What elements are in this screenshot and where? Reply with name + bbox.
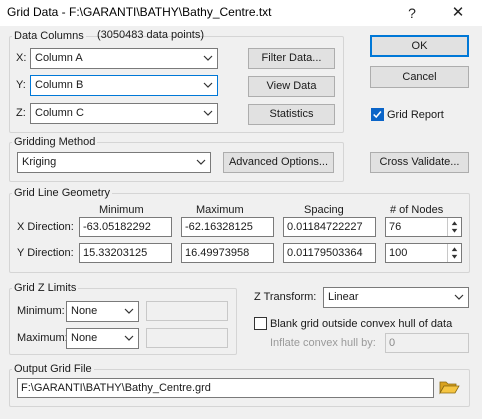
data-columns-legend: Data Columns (14, 30, 84, 42)
output-file-path[interactable]: F:\GARANTI\BATHY\Bathy_Centre.grd (17, 378, 434, 398)
x-direction-label: X Direction: (17, 221, 74, 233)
y-column-select[interactable]: Column B (30, 75, 218, 96)
folder-open-icon[interactable] (438, 378, 460, 396)
chevron-down-icon (196, 159, 206, 165)
x-column-value: Column A (35, 52, 83, 64)
chevron-down-icon (203, 55, 213, 61)
y-column-label: Y: (16, 79, 26, 91)
filter-data-button[interactable]: Filter Data... (248, 48, 335, 69)
y-column-value: Column B (35, 79, 84, 91)
z-minimum-label: Minimum: (17, 305, 65, 317)
x-nodes-value: 76 (389, 221, 402, 233)
z-minimum-select[interactable]: None (66, 301, 139, 322)
x-spacing-field[interactable]: 0.01184722227 (283, 217, 376, 237)
grid-report-checkbox[interactable] (371, 108, 384, 121)
y-minimum-field[interactable]: 15.33203125 (79, 243, 172, 263)
grid-z-limits-legend: Grid Z Limits (14, 282, 77, 294)
z-column-label: Z: (16, 107, 26, 119)
spacing-header: Spacing (304, 204, 344, 216)
x-maximum-field[interactable]: -62.16328125 (181, 217, 274, 237)
help-button[interactable]: ? (390, 0, 434, 26)
z-transform-select[interactable]: Linear (323, 287, 469, 308)
y-maximum-field[interactable]: 16.49973958 (181, 243, 274, 263)
chevron-down-icon (454, 294, 464, 300)
nodes-header: # of Nodes (390, 204, 444, 216)
view-data-button[interactable]: View Data (248, 76, 335, 97)
cancel-button[interactable]: Cancel (370, 66, 469, 88)
z-maximum-field (146, 328, 228, 348)
x-column-select[interactable]: Column A (30, 48, 218, 69)
inflate-hull-field: 0 (385, 333, 469, 353)
x-minimum-field[interactable]: -63.05182292 (79, 217, 172, 237)
z-column-select[interactable]: Column C (30, 103, 218, 124)
spin-arrows-icon[interactable] (447, 217, 461, 237)
inflate-hull-label: Inflate convex hull by: (270, 337, 376, 349)
y-nodes-value: 100 (389, 247, 408, 259)
ok-button[interactable]: OK (370, 35, 469, 57)
checkmark-icon (373, 111, 382, 119)
z-column-value: Column C (35, 107, 84, 119)
z-maximum-label: Maximum: (17, 332, 68, 344)
spin-arrows-icon[interactable] (447, 243, 461, 263)
statistics-button[interactable]: Statistics (248, 104, 335, 125)
z-maximum-select[interactable]: None (66, 328, 139, 349)
z-transform-value: Linear (328, 291, 359, 303)
x-nodes-stepper[interactable]: 76 (385, 217, 462, 237)
z-minimum-field (146, 301, 228, 321)
window-title: Grid Data - F:\GARANTI\BATHY\Bathy_Centr… (7, 5, 272, 19)
minimum-header: Minimum (99, 204, 144, 216)
y-nodes-stepper[interactable]: 100 (385, 243, 462, 263)
gridding-method-select[interactable]: Kriging (17, 152, 211, 173)
blank-hull-label: Blank grid outside convex hull of data (270, 318, 453, 330)
advanced-options-button[interactable]: Advanced Options... (223, 152, 334, 173)
z-transform-label: Z Transform: (254, 291, 317, 303)
title-bar: Grid Data - F:\GARANTI\BATHY\Bathy_Centr… (0, 0, 482, 26)
x-column-label: X: (16, 52, 27, 64)
z-maximum-value: None (71, 332, 98, 344)
y-direction-label: Y Direction: (17, 247, 74, 259)
z-minimum-value: None (71, 305, 98, 317)
close-button[interactable]: ✕ (436, 0, 480, 26)
chevron-down-icon (124, 308, 134, 314)
data-points-count: (3050483 data points) (97, 29, 205, 41)
chevron-down-icon (203, 110, 213, 116)
y-spacing-field[interactable]: 0.01179503364 (283, 243, 376, 263)
grid-report-label: Grid Report (387, 109, 444, 121)
chevron-down-icon (124, 335, 134, 341)
gridding-method-legend: Gridding Method (14, 136, 96, 148)
chevron-down-icon (203, 82, 213, 88)
gridding-method-value: Kriging (22, 156, 57, 168)
blank-hull-checkbox[interactable] (254, 317, 267, 330)
maximum-header: Maximum (196, 204, 244, 216)
cross-validate-button[interactable]: Cross Validate... (370, 152, 469, 173)
output-grid-file-legend: Output Grid File (14, 363, 92, 375)
grid-line-geometry-legend: Grid Line Geometry (14, 187, 110, 199)
